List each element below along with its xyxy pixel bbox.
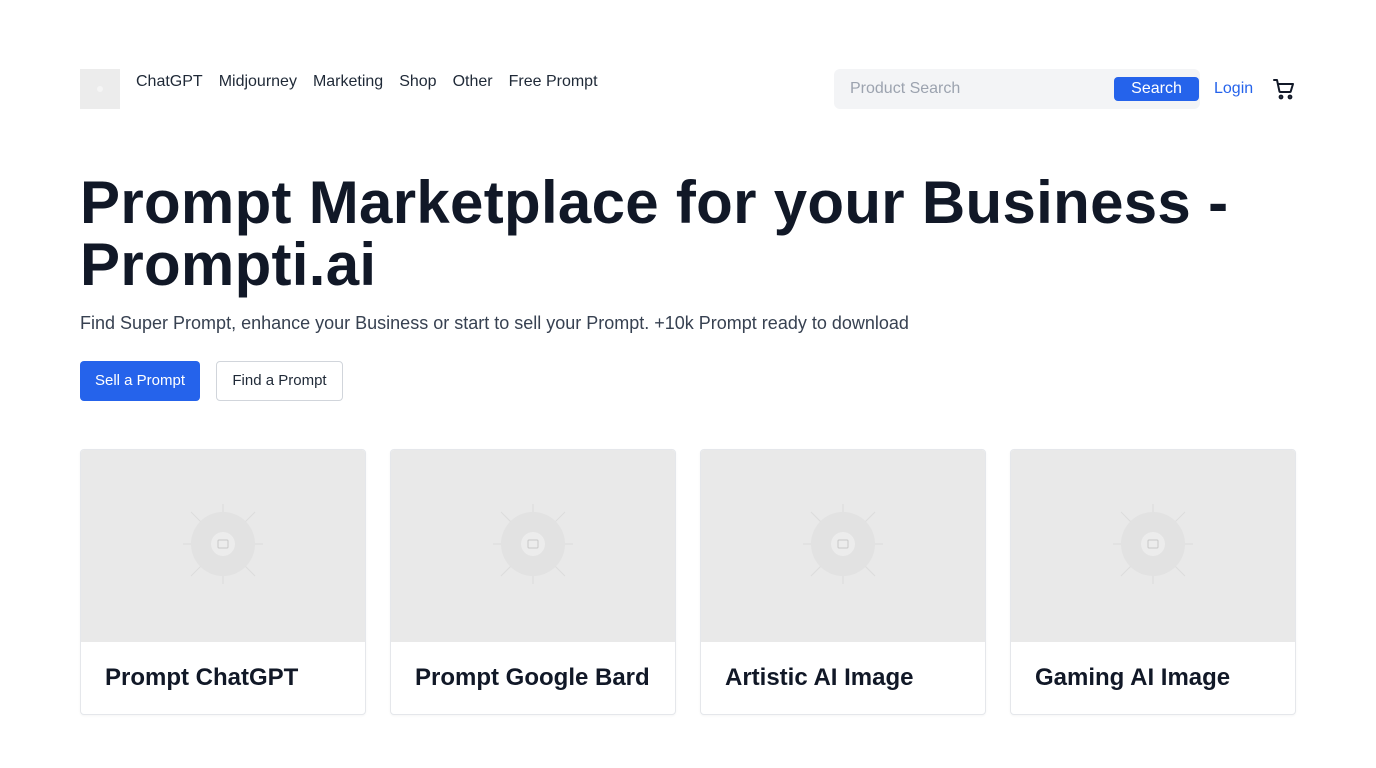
login-link[interactable]: Login [1214, 79, 1253, 99]
card-title: Artistic AI Image [725, 664, 914, 691]
page-title: Prompt Marketplace for your Business - P… [80, 169, 1229, 298]
shopping-cart-icon[interactable] [1272, 77, 1296, 101]
category-card[interactable]: Gaming AI Image [1010, 449, 1296, 715]
card-title: Prompt ChatGPT [105, 664, 299, 691]
main-nav: ChatGPT Midjourney Marketing Shop Other … [136, 72, 598, 92]
search-input[interactable] [850, 69, 1110, 109]
category-card[interactable]: Prompt Google Bard [390, 449, 676, 715]
image-placeholder-icon [183, 503, 263, 589]
category-card[interactable]: Artistic AI Image [700, 449, 986, 715]
card-image [1011, 450, 1295, 642]
card-image [81, 450, 365, 642]
search-button[interactable]: Search [1114, 77, 1199, 101]
category-card[interactable]: Prompt ChatGPT [80, 449, 366, 715]
nav-item-chatgpt[interactable]: ChatGPT [136, 72, 203, 92]
nav-item-free-prompt[interactable]: Free Prompt [509, 72, 598, 92]
card-title: Gaming AI Image [1035, 664, 1231, 691]
site-header: ChatGPT Midjourney Marketing Shop Other … [80, 69, 1296, 109]
product-search-box: Search [834, 69, 1200, 109]
find-prompt-button[interactable]: Find a Prompt [216, 361, 343, 401]
nav-item-shop[interactable]: Shop [399, 72, 436, 92]
nav-item-marketing[interactable]: Marketing [313, 72, 383, 92]
logo-placeholder-icon[interactable] [80, 69, 120, 109]
card-image [391, 450, 675, 642]
sell-prompt-button[interactable]: Sell a Prompt [80, 361, 200, 401]
category-cards: Prompt ChatGPT Prompt Google Bard Artist… [80, 449, 1296, 715]
image-placeholder-icon [493, 503, 573, 589]
nav-item-other[interactable]: Other [453, 72, 493, 92]
nav-item-midjourney[interactable]: Midjourney [219, 72, 297, 92]
image-placeholder-icon [803, 503, 883, 589]
card-image [701, 450, 985, 642]
image-placeholder-icon [1113, 503, 1193, 589]
page-subtitle: Find Super Prompt, enhance your Business… [80, 313, 909, 333]
card-title: Prompt Google Bard [415, 664, 650, 691]
